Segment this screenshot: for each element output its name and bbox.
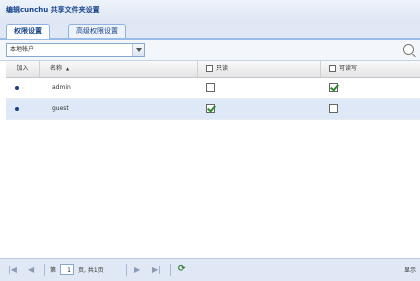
pager-separator: [170, 264, 171, 276]
sort-asc-icon: ▲: [65, 66, 70, 71]
last-page-icon[interactable]: ▶|: [152, 265, 161, 275]
pager-separator: [126, 264, 127, 276]
page-count-label: 页, 共1页: [78, 267, 104, 274]
account-type-select[interactable]: 本地帐户: [6, 43, 145, 57]
header-name[interactable]: 名称 ▲: [40, 61, 198, 77]
row-name: guest: [52, 105, 69, 112]
search-icon[interactable]: [403, 44, 414, 55]
page-number-input[interactable]: 1: [60, 264, 74, 275]
permissions-grid: 加入 名称 ▲ 只读 可读写 admin guest: [6, 61, 420, 257]
window-titlebar: 编辑cunchu 共享文件夹设置: [0, 0, 420, 21]
added-indicator-icon: [15, 107, 19, 111]
page-label: 第: [50, 267, 57, 274]
header-add[interactable]: 加入: [6, 61, 40, 77]
header-readonly-checkbox[interactable]: [206, 65, 213, 72]
table-row[interactable]: guest: [6, 99, 420, 120]
pager-separator: [44, 264, 45, 276]
window-title: 编辑cunchu 共享文件夹设置: [6, 6, 100, 14]
table-row[interactable]: admin: [6, 78, 420, 99]
refresh-icon[interactable]: ⟳: [178, 264, 186, 275]
readonly-checkbox[interactable]: [206, 83, 215, 92]
pagination-bar: |◀ ◀ 第 1 页, 共1页 ▶ ▶| ⟳ 显示: [0, 258, 420, 281]
header-readonly-label: 只读: [216, 65, 229, 72]
tab-bar: 权限设置 高级权限设置: [0, 20, 420, 40]
pager-status: 显示: [403, 267, 416, 274]
added-indicator-icon: [15, 86, 19, 90]
header-name-label: 名称: [50, 65, 63, 72]
header-readwrite[interactable]: 可读写: [321, 61, 420, 77]
grid-header: 加入 名称 ▲ 只读 可读写: [6, 61, 420, 78]
first-page-icon[interactable]: |◀: [8, 265, 17, 275]
readwrite-checkbox[interactable]: [329, 83, 338, 92]
account-type-value: 本地帐户: [10, 46, 35, 53]
readwrite-checkbox[interactable]: [329, 104, 338, 113]
prev-page-icon[interactable]: ◀: [28, 265, 34, 275]
toolbar: 本地帐户: [0, 40, 420, 61]
row-name: admin: [52, 84, 71, 91]
tab-advanced-permission-settings[interactable]: 高级权限设置: [68, 24, 126, 38]
readwrite-checkbox-cell: [329, 78, 341, 98]
readwrite-checkbox-cell: [329, 99, 341, 119]
readonly-checkbox[interactable]: [206, 104, 215, 113]
tab-permission-settings[interactable]: 权限设置: [6, 24, 50, 39]
readonly-checkbox-cell: [206, 99, 218, 119]
readonly-checkbox-cell: [206, 78, 218, 98]
header-add-label: 加入: [16, 65, 29, 72]
header-readwrite-label: 可读写: [339, 65, 358, 72]
chevron-down-icon[interactable]: [132, 44, 144, 56]
header-readwrite-checkbox[interactable]: [329, 65, 336, 72]
header-readonly[interactable]: 只读: [198, 61, 321, 77]
next-page-icon[interactable]: ▶: [134, 265, 140, 275]
